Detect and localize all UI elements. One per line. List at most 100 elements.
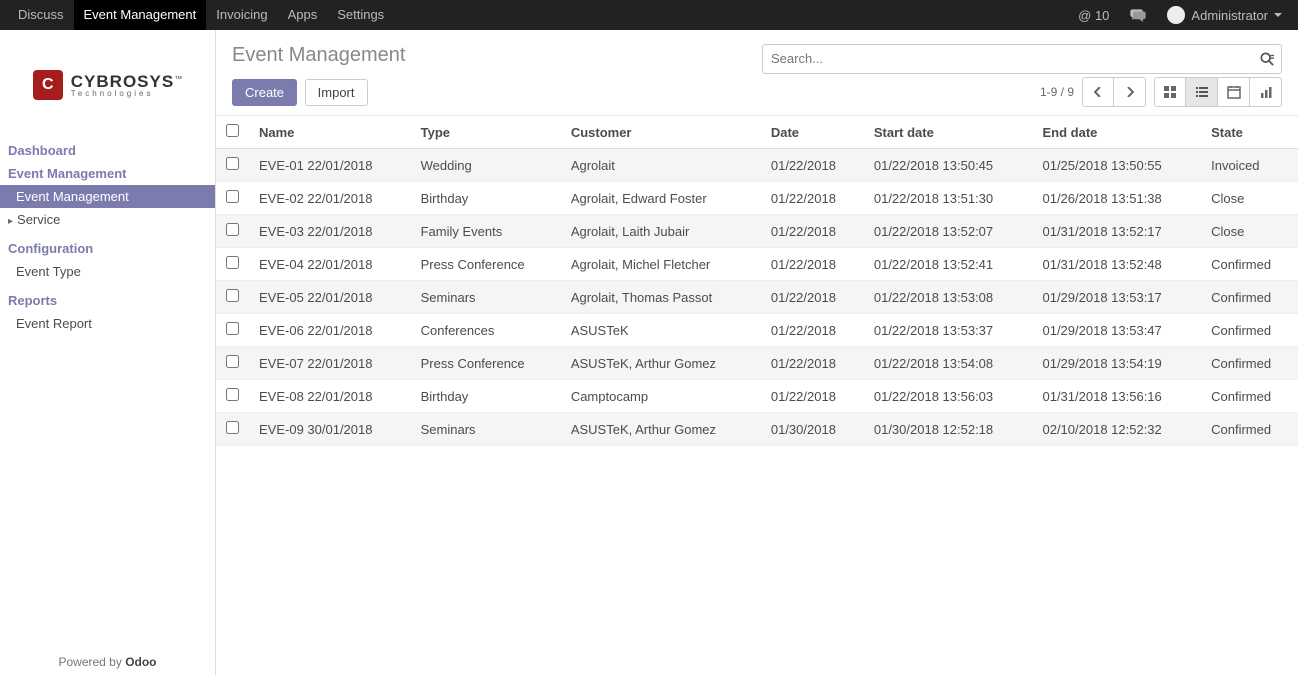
cell-date: 01/22/2018 bbox=[761, 380, 864, 413]
row-checkbox[interactable] bbox=[226, 355, 239, 368]
nav-dashboard[interactable]: Dashboard bbox=[0, 139, 215, 162]
create-button[interactable]: Create bbox=[232, 79, 297, 106]
cell-date: 01/22/2018 bbox=[761, 149, 864, 182]
row-checkbox[interactable] bbox=[226, 289, 239, 302]
view-kanban[interactable] bbox=[1154, 77, 1186, 107]
footer-odoo[interactable]: Odoo bbox=[125, 655, 156, 669]
cell-start: 01/22/2018 13:53:08 bbox=[864, 281, 1033, 314]
pager-next[interactable] bbox=[1114, 77, 1146, 107]
row-checkbox[interactable] bbox=[226, 157, 239, 170]
row-checkbox[interactable] bbox=[226, 256, 239, 269]
table-row[interactable]: EVE-01 22/01/2018WeddingAgrolait01/22/20… bbox=[216, 149, 1298, 182]
nav-reports[interactable]: Reports bbox=[0, 289, 215, 312]
cell-state: Confirmed bbox=[1201, 347, 1298, 380]
col-type[interactable]: Type bbox=[411, 116, 561, 149]
cell-customer: Agrolait, Edward Foster bbox=[561, 182, 761, 215]
view-graph[interactable] bbox=[1250, 77, 1282, 107]
cell-type: Birthday bbox=[411, 380, 561, 413]
table-row[interactable]: EVE-03 22/01/2018Family EventsAgrolait, … bbox=[216, 215, 1298, 248]
mentions-indicator[interactable]: @ 10 bbox=[1070, 8, 1117, 23]
cell-customer: ASUSTeK, Arthur Gomez bbox=[561, 347, 761, 380]
cell-date: 01/30/2018 bbox=[761, 413, 864, 446]
topnav-apps[interactable]: Apps bbox=[278, 0, 328, 30]
cell-name: EVE-06 22/01/2018 bbox=[249, 314, 411, 347]
cell-name: EVE-05 22/01/2018 bbox=[249, 281, 411, 314]
messaging-icon[interactable] bbox=[1121, 8, 1155, 22]
cell-type: Conferences bbox=[411, 314, 561, 347]
cell-customer: ASUSTeK bbox=[561, 314, 761, 347]
logo-mark bbox=[33, 70, 63, 100]
pager-text: 1-9 / 9 bbox=[1040, 85, 1074, 99]
select-all-checkbox[interactable] bbox=[226, 124, 239, 137]
cell-start: 01/30/2018 12:52:18 bbox=[864, 413, 1033, 446]
table-row[interactable]: EVE-04 22/01/2018Press ConferenceAgrolai… bbox=[216, 248, 1298, 281]
cell-end: 01/29/2018 13:54:19 bbox=[1032, 347, 1201, 380]
nav-event-type[interactable]: Event Type bbox=[0, 260, 215, 283]
col-customer[interactable]: Customer bbox=[561, 116, 761, 149]
cell-name: EVE-02 22/01/2018 bbox=[249, 182, 411, 215]
cell-type: Family Events bbox=[411, 215, 561, 248]
col-date[interactable]: Date bbox=[761, 116, 864, 149]
col-state[interactable]: State bbox=[1201, 116, 1298, 149]
topbar-right: @ 10 Administrator bbox=[1070, 0, 1290, 30]
search-input[interactable] bbox=[762, 44, 1282, 74]
mentions-count: @ 10 bbox=[1078, 8, 1109, 23]
topnav-settings[interactable]: Settings bbox=[327, 0, 394, 30]
view-calendar[interactable] bbox=[1218, 77, 1250, 107]
topnav-invoicing[interactable]: Invoicing bbox=[206, 0, 277, 30]
cell-state: Confirmed bbox=[1201, 314, 1298, 347]
row-checkbox[interactable] bbox=[226, 190, 239, 203]
event-table: NameTypeCustomerDateStart dateEnd dateSt… bbox=[216, 116, 1298, 446]
col-name[interactable]: Name bbox=[249, 116, 411, 149]
nav-configuration[interactable]: Configuration bbox=[0, 237, 215, 260]
col-start-date[interactable]: Start date bbox=[864, 116, 1033, 149]
cell-type: Birthday bbox=[411, 182, 561, 215]
cell-date: 01/22/2018 bbox=[761, 248, 864, 281]
nav-service[interactable]: Service bbox=[0, 208, 215, 231]
nav-event-management-sub[interactable]: Event Management bbox=[0, 185, 215, 208]
cell-date: 01/22/2018 bbox=[761, 215, 864, 248]
cell-state: Close bbox=[1201, 182, 1298, 215]
cell-name: EVE-04 22/01/2018 bbox=[249, 248, 411, 281]
row-checkbox[interactable] bbox=[226, 223, 239, 236]
table-row[interactable]: EVE-06 22/01/2018ConferencesASUSTeK01/22… bbox=[216, 314, 1298, 347]
cell-date: 01/22/2018 bbox=[761, 182, 864, 215]
control-panel: Event Management Create Import 1-9 / 9 bbox=[216, 30, 1298, 116]
row-checkbox[interactable] bbox=[226, 322, 239, 335]
row-checkbox[interactable] bbox=[226, 388, 239, 401]
topbar: DiscussEvent ManagementInvoicingAppsSett… bbox=[0, 0, 1298, 30]
cell-customer: Agrolait, Michel Fletcher bbox=[561, 248, 761, 281]
table-row[interactable]: EVE-05 22/01/2018SeminarsAgrolait, Thoma… bbox=[216, 281, 1298, 314]
col-end-date[interactable]: End date bbox=[1032, 116, 1201, 149]
nav-event-report[interactable]: Event Report bbox=[0, 312, 215, 335]
user-menu[interactable]: Administrator bbox=[1159, 6, 1290, 24]
cell-end: 01/26/2018 13:51:38 bbox=[1032, 182, 1201, 215]
cell-state: Confirmed bbox=[1201, 248, 1298, 281]
import-button[interactable]: Import bbox=[305, 79, 368, 106]
cell-end: 01/29/2018 13:53:17 bbox=[1032, 281, 1201, 314]
cell-date: 01/22/2018 bbox=[761, 314, 864, 347]
footer-text: Powered by bbox=[58, 655, 125, 669]
cell-type: Press Conference bbox=[411, 347, 561, 380]
topnav-discuss[interactable]: Discuss bbox=[8, 0, 74, 30]
table-row[interactable]: EVE-07 22/01/2018Press ConferenceASUSTeK… bbox=[216, 347, 1298, 380]
user-name: Administrator bbox=[1191, 8, 1268, 23]
cell-name: EVE-01 22/01/2018 bbox=[249, 149, 411, 182]
main: Event Management Create Import 1-9 / 9 bbox=[216, 30, 1298, 675]
cell-start: 01/22/2018 13:52:07 bbox=[864, 215, 1033, 248]
cell-state: Confirmed bbox=[1201, 413, 1298, 446]
topnav-event-management[interactable]: Event Management bbox=[74, 0, 207, 30]
cell-customer: ASUSTeK, Arthur Gomez bbox=[561, 413, 761, 446]
table-row[interactable]: EVE-02 22/01/2018BirthdayAgrolait, Edwar… bbox=[216, 182, 1298, 215]
cell-customer: Agrolait, Thomas Passot bbox=[561, 281, 761, 314]
view-list[interactable] bbox=[1186, 77, 1218, 107]
search-icon[interactable] bbox=[1260, 52, 1274, 66]
table-row[interactable]: EVE-09 30/01/2018SeminarsASUSTeK, Arthur… bbox=[216, 413, 1298, 446]
pager-prev[interactable] bbox=[1082, 77, 1114, 107]
cell-end: 01/25/2018 13:50:55 bbox=[1032, 149, 1201, 182]
row-checkbox[interactable] bbox=[226, 421, 239, 434]
nav-event-management[interactable]: Event Management bbox=[0, 162, 215, 185]
table-row[interactable]: EVE-08 22/01/2018BirthdayCamptocamp01/22… bbox=[216, 380, 1298, 413]
page-title: Event Management bbox=[232, 40, 405, 77]
sidebar: CYBROSYS™ Technologies Dashboard Event M… bbox=[0, 30, 216, 675]
